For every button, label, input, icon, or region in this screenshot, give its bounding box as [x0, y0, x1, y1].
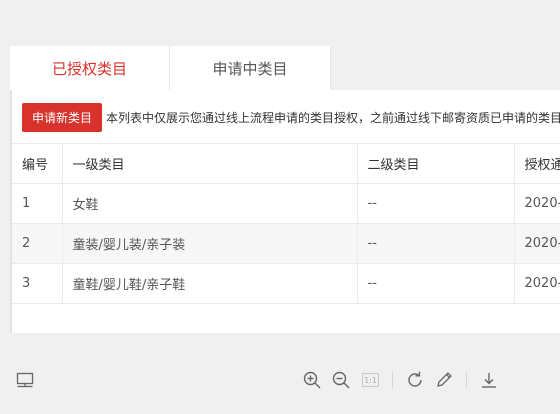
toolbar-divider — [466, 372, 467, 388]
category-table: 编号 一级类目 二级类目 授权通 1 女鞋 -- 2020- 2 童装/婴儿装/… — [12, 143, 560, 304]
pen-icon[interactable] — [434, 370, 454, 390]
table-row: 3 童鞋/婴儿鞋/亲子鞋 -- 2020- — [12, 263, 560, 304]
header-authorized-date: 授权通 — [514, 143, 560, 184]
cell-level2-category: -- — [357, 183, 515, 224]
cell-authorized-date: 2020- — [514, 263, 560, 304]
notice-text: 本列表中仅展示您通过线上流程申请的类目授权，之前通过线下邮寄资质已申请的类目 — [106, 110, 560, 125]
actual-size-icon[interactable]: 1:1 — [362, 373, 379, 387]
zoom-in-icon[interactable] — [302, 370, 322, 390]
sidebar-toggle-icon[interactable] — [15, 370, 35, 390]
cell-level1-category: 女鞋 — [62, 183, 358, 224]
cell-number: 2 — [12, 223, 63, 264]
table-row: 2 童装/婴儿装/亲子装 -- 2020- — [12, 223, 560, 264]
cell-level2-category: -- — [357, 263, 515, 304]
table-row: 1 女鞋 -- 2020- — [12, 183, 560, 224]
tab-bar-filler — [331, 46, 560, 90]
cell-authorized-date: 2020- — [514, 223, 560, 264]
cell-authorized-date: 2020- — [514, 183, 560, 224]
rotate-icon[interactable] — [405, 370, 425, 390]
header-level2-category: 二级类目 — [357, 143, 515, 184]
document-viewer: 已授权类目 申请中类目 申请新类目 本列表中仅展示您通过线上流程申请的类目授权，… — [0, 0, 560, 414]
cell-number: 1 — [12, 183, 63, 224]
apply-new-category-button[interactable]: 申请新类目 — [22, 102, 103, 132]
table-header-row: 编号 一级类目 二级类目 授权通 — [12, 143, 560, 184]
cell-number: 3 — [12, 263, 63, 304]
zoom-out-icon[interactable] — [331, 370, 351, 390]
cell-level1-category: 童装/婴儿装/亲子装 — [62, 223, 358, 264]
tab-authorized-categories[interactable]: 已授权类目 — [10, 46, 170, 90]
header-level1-category: 一级类目 — [62, 143, 358, 184]
cell-level2-category: -- — [357, 223, 515, 264]
toolbar-divider — [392, 372, 393, 388]
tab-pending-categories[interactable]: 申请中类目 — [170, 46, 331, 90]
panel-toolbar: 申请新类目 本列表中仅展示您通过线上流程申请的类目授权，之前通过线下邮寄资质已申… — [22, 102, 560, 132]
category-panel: 申请新类目 本列表中仅展示您通过线上流程申请的类目授权，之前通过线下邮寄资质已申… — [10, 90, 560, 333]
cell-level1-category: 童鞋/婴儿鞋/亲子鞋 — [62, 263, 358, 304]
download-icon[interactable] — [479, 370, 499, 390]
viewer-toolbar: 1:1 — [0, 360, 560, 400]
category-tabs: 已授权类目 申请中类目 — [10, 46, 560, 90]
header-number: 编号 — [12, 143, 63, 184]
